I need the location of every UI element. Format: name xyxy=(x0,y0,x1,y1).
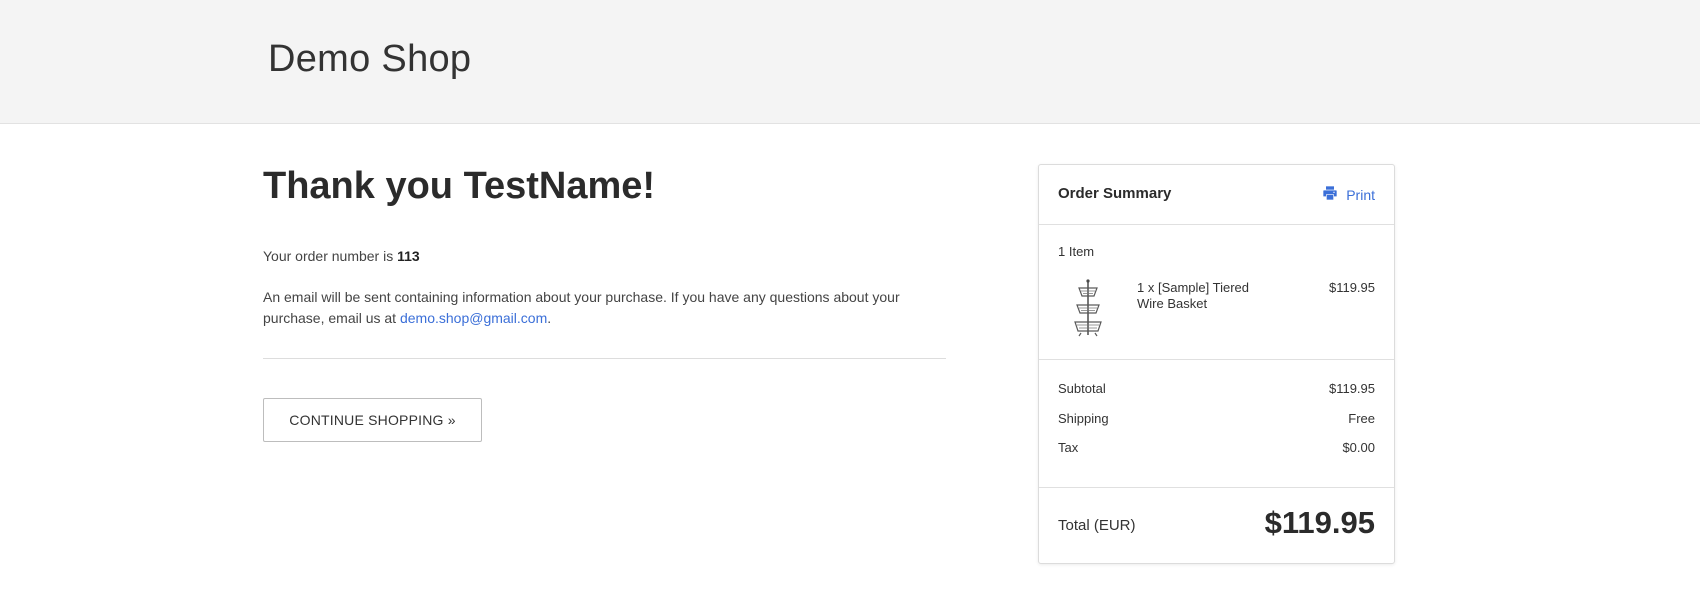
confirmation-content: Thank you TestName! Your order number is… xyxy=(263,160,946,442)
print-button[interactable]: Print xyxy=(1322,185,1375,204)
order-summary-title: Order Summary xyxy=(1058,185,1172,202)
tax-row: Tax $0.00 xyxy=(1058,440,1375,455)
order-number: 113 xyxy=(397,248,420,264)
printer-icon xyxy=(1322,185,1338,204)
divider xyxy=(263,358,946,359)
tax-value: $0.00 xyxy=(1342,440,1375,455)
email-notice: An email will be sent containing informa… xyxy=(263,287,946,329)
shipping-value: Free xyxy=(1348,411,1375,426)
cost-breakdown: Subtotal $119.95 Shipping Free Tax $0.00 xyxy=(1039,360,1394,488)
item-price: $119.95 xyxy=(1328,280,1375,295)
item-count: 1 Item xyxy=(1058,244,1095,259)
order-number-label: Your order number is xyxy=(263,248,398,264)
subtotal-row: Subtotal $119.95 xyxy=(1058,381,1375,396)
shop-logo[interactable]: Demo Shop xyxy=(268,38,471,81)
support-email-link[interactable]: demo.shop@gmail.com xyxy=(400,310,547,326)
item-name: 1 x [Sample] Tiered Wire Basket xyxy=(1137,280,1249,311)
print-label: Print xyxy=(1346,186,1375,203)
email-notice-text: An email will be sent containing informa… xyxy=(263,289,900,326)
total-value: $119.95 xyxy=(1264,505,1375,540)
total-label: Total (EUR) xyxy=(1058,517,1136,534)
continue-shopping-button[interactable]: CONTINUE SHOPPING » xyxy=(263,398,482,442)
order-summary-panel: Order Summary Print 1 Item 1 x [Sample] … xyxy=(1038,164,1395,564)
order-summary-header: Order Summary Print xyxy=(1039,165,1394,225)
product-thumbnail xyxy=(1071,279,1105,337)
site-header: Demo Shop xyxy=(0,0,1700,124)
email-notice-suffix: . xyxy=(547,310,552,326)
order-items: 1 Item 1 x [Sample] Tiered Wire Basket $… xyxy=(1039,225,1394,360)
tax-label: Tax xyxy=(1058,440,1079,455)
shipping-label: Shipping xyxy=(1058,411,1109,426)
order-number-line: Your order number is 113 xyxy=(263,248,420,264)
page-title: Thank you TestName! xyxy=(263,165,656,207)
subtotal-label: Subtotal xyxy=(1058,381,1106,396)
shipping-row: Shipping Free xyxy=(1058,411,1375,426)
grand-total: Total (EUR) $119.95 xyxy=(1039,488,1394,563)
subtotal-value: $119.95 xyxy=(1328,381,1375,396)
